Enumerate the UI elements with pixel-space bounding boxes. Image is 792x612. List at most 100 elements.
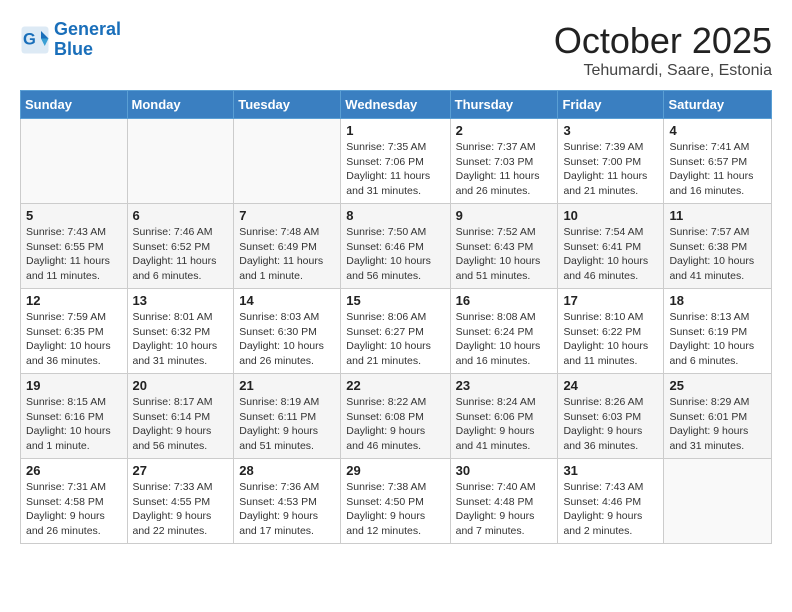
day-info: Sunrise: 7:43 AM Sunset: 6:55 PM Dayligh… (26, 225, 122, 284)
page-header: G General Blue October 2025 Tehumardi, S… (20, 20, 772, 80)
week-row-2: 5 Sunrise: 7:43 AM Sunset: 6:55 PM Daylig… (21, 204, 772, 289)
logo-icon: G (20, 25, 50, 55)
day-info: Sunrise: 7:36 AM Sunset: 4:53 PM Dayligh… (239, 480, 335, 539)
day-cell: 13Sunrise: 8:01 AM Sunset: 6:32 PM Dayli… (127, 289, 234, 374)
day-number: 23 (456, 378, 553, 393)
day-info: Sunrise: 7:52 AM Sunset: 6:43 PM Dayligh… (456, 225, 553, 284)
day-number: 5 (26, 208, 122, 223)
day-cell: 31 Sunrise: 7:43 AM Sunset: 4:46 PM Dayli… (558, 459, 664, 544)
day-cell: 19 Sunrise: 8:15 AM Sunset: 6:16 PM Dayli… (21, 374, 128, 459)
day-info: Sunrise: 8:10 AM Sunset: 6:22 PM Dayligh… (563, 310, 658, 369)
day-number: 14 (239, 293, 335, 308)
day-info: Sunrise: 8:06 AM Sunset: 6:27 PM Dayligh… (346, 310, 444, 369)
day-info: Sunrise: 7:54 AM Sunset: 6:41 PM Dayligh… (563, 225, 658, 284)
day-number: 18 (669, 293, 766, 308)
day-number: 12 (26, 293, 122, 308)
day-cell: 3 Sunrise: 7:39 AM Sunset: 7:00 PM Daylig… (558, 119, 664, 204)
day-info: Sunrise: 7:57 AM Sunset: 6:38 PM Dayligh… (669, 225, 766, 284)
day-number: 17 (563, 293, 658, 308)
day-cell: 21 Sunrise: 8:19 AM Sunset: 6:11 PM Dayli… (234, 374, 341, 459)
day-number: 29 (346, 463, 444, 478)
day-number: 24 (563, 378, 658, 393)
week-row-5: 26 Sunrise: 7:31 AM Sunset: 4:58 PM Dayli… (21, 459, 772, 544)
day-info: Sunrise: 8:03 AM Sunset: 6:30 PM Dayligh… (239, 310, 335, 369)
day-info: Sunrise: 8:15 AM Sunset: 6:16 PM Dayligh… (26, 395, 122, 454)
day-number: 1 (346, 123, 444, 138)
day-cell: 2 Sunrise: 7:37 AM Sunset: 7:03 PM Daylig… (450, 119, 558, 204)
weekday-header-wednesday: Wednesday (341, 91, 450, 119)
day-info: Sunrise: 8:13 AM Sunset: 6:19 PM Dayligh… (669, 310, 766, 369)
svg-text:G: G (23, 30, 36, 48)
weekday-header-friday: Friday (558, 91, 664, 119)
day-number: 27 (133, 463, 229, 478)
week-row-1: 1 Sunrise: 7:35 AM Sunset: 7:06 PM Daylig… (21, 119, 772, 204)
week-row-3: 12 Sunrise: 7:59 AM Sunset: 6:35 PM Dayli… (21, 289, 772, 374)
day-cell: 29Sunrise: 7:38 AM Sunset: 4:50 PM Dayli… (341, 459, 450, 544)
day-number: 19 (26, 378, 122, 393)
day-info: Sunrise: 8:26 AM Sunset: 6:03 PM Dayligh… (563, 395, 658, 454)
day-number: 22 (346, 378, 444, 393)
day-info: Sunrise: 7:39 AM Sunset: 7:00 PM Dayligh… (563, 140, 658, 199)
day-cell: 1 Sunrise: 7:35 AM Sunset: 7:06 PM Daylig… (341, 119, 450, 204)
day-number: 26 (26, 463, 122, 478)
day-number: 21 (239, 378, 335, 393)
day-cell: 8Sunrise: 7:50 AM Sunset: 6:46 PM Daylig… (341, 204, 450, 289)
day-info: Sunrise: 7:33 AM Sunset: 4:55 PM Dayligh… (133, 480, 229, 539)
day-cell: 14 Sunrise: 8:03 AM Sunset: 6:30 PM Dayli… (234, 289, 341, 374)
day-number: 20 (133, 378, 229, 393)
week-row-4: 19 Sunrise: 8:15 AM Sunset: 6:16 PM Dayli… (21, 374, 772, 459)
day-cell (234, 119, 341, 204)
day-info: Sunrise: 8:19 AM Sunset: 6:11 PM Dayligh… (239, 395, 335, 454)
day-cell: 10 Sunrise: 7:54 AM Sunset: 6:41 PM Dayli… (558, 204, 664, 289)
logo-general: General (54, 19, 121, 39)
day-cell: 28 Sunrise: 7:36 AM Sunset: 4:53 PM Dayli… (234, 459, 341, 544)
day-info: Sunrise: 8:08 AM Sunset: 6:24 PM Dayligh… (456, 310, 553, 369)
day-cell: 5 Sunrise: 7:43 AM Sunset: 6:55 PM Daylig… (21, 204, 128, 289)
day-cell: 6 Sunrise: 7:46 AM Sunset: 6:52 PM Daylig… (127, 204, 234, 289)
day-cell (127, 119, 234, 204)
logo-text: General Blue (54, 20, 121, 60)
weekday-header-monday: Monday (127, 91, 234, 119)
day-cell: 25Sunrise: 8:29 AM Sunset: 6:01 PM Dayli… (664, 374, 772, 459)
day-number: 15 (346, 293, 444, 308)
day-info: Sunrise: 8:24 AM Sunset: 6:06 PM Dayligh… (456, 395, 553, 454)
day-cell: 17 Sunrise: 8:10 AM Sunset: 6:22 PM Dayli… (558, 289, 664, 374)
day-cell: 12 Sunrise: 7:59 AM Sunset: 6:35 PM Dayli… (21, 289, 128, 374)
day-number: 31 (563, 463, 658, 478)
day-info: Sunrise: 7:35 AM Sunset: 7:06 PM Dayligh… (346, 140, 444, 199)
day-number: 25 (669, 378, 766, 393)
day-info: Sunrise: 7:59 AM Sunset: 6:35 PM Dayligh… (26, 310, 122, 369)
day-cell: 23 Sunrise: 8:24 AM Sunset: 6:06 PM Dayli… (450, 374, 558, 459)
title-block: October 2025 Tehumardi, Saare, Estonia (554, 20, 772, 80)
weekday-header-row: SundayMondayTuesdayWednesdayThursdayFrid… (21, 91, 772, 119)
day-cell: 30Sunrise: 7:40 AM Sunset: 4:48 PM Dayli… (450, 459, 558, 544)
day-cell (21, 119, 128, 204)
day-number: 4 (669, 123, 766, 138)
day-info: Sunrise: 7:48 AM Sunset: 6:49 PM Dayligh… (239, 225, 335, 284)
weekday-header-thursday: Thursday (450, 91, 558, 119)
day-number: 28 (239, 463, 335, 478)
day-info: Sunrise: 7:41 AM Sunset: 6:57 PM Dayligh… (669, 140, 766, 199)
day-number: 30 (456, 463, 553, 478)
day-number: 13 (133, 293, 229, 308)
day-cell: 20 Sunrise: 8:17 AM Sunset: 6:14 PM Dayli… (127, 374, 234, 459)
location: Tehumardi, Saare, Estonia (554, 62, 772, 80)
day-info: Sunrise: 8:22 AM Sunset: 6:08 PM Dayligh… (346, 395, 444, 454)
day-number: 2 (456, 123, 553, 138)
day-info: Sunrise: 8:17 AM Sunset: 6:14 PM Dayligh… (133, 395, 229, 454)
day-cell: 26 Sunrise: 7:31 AM Sunset: 4:58 PM Dayli… (21, 459, 128, 544)
day-info: Sunrise: 7:46 AM Sunset: 6:52 PM Dayligh… (133, 225, 229, 284)
day-number: 8 (346, 208, 444, 223)
day-info: Sunrise: 7:43 AM Sunset: 4:46 PM Dayligh… (563, 480, 658, 539)
day-info: Sunrise: 7:31 AM Sunset: 4:58 PM Dayligh… (26, 480, 122, 539)
weekday-header-sunday: Sunday (21, 91, 128, 119)
day-number: 3 (563, 123, 658, 138)
day-number: 6 (133, 208, 229, 223)
day-number: 9 (456, 208, 553, 223)
day-number: 7 (239, 208, 335, 223)
day-cell (664, 459, 772, 544)
calendar-table: SundayMondayTuesdayWednesdayThursdayFrid… (20, 90, 772, 544)
day-number: 10 (563, 208, 658, 223)
day-cell: 11Sunrise: 7:57 AM Sunset: 6:38 PM Dayli… (664, 204, 772, 289)
day-info: Sunrise: 7:37 AM Sunset: 7:03 PM Dayligh… (456, 140, 553, 199)
